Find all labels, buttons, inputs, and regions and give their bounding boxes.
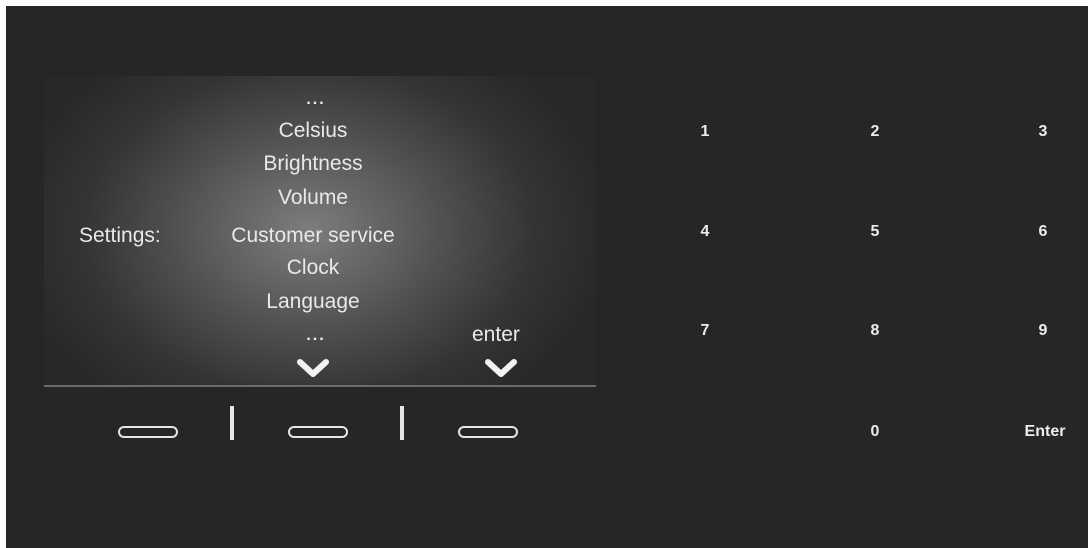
enter-softkey[interactable] [458, 426, 518, 438]
menu-item-celsius[interactable]: Celsius [279, 120, 348, 141]
key-6[interactable]: 6 [1018, 224, 1068, 240]
key-3[interactable]: 3 [1018, 124, 1068, 140]
key-1[interactable]: 1 [680, 124, 730, 140]
key-enter[interactable]: Enter [1018, 424, 1072, 440]
menu-more-above-indicator: ... [306, 91, 326, 108]
softkey-divider [400, 406, 404, 440]
enter-label: enter [472, 323, 520, 346]
menu-item-language[interactable]: Language [266, 291, 359, 312]
left-softkey[interactable] [118, 426, 178, 438]
menu-item-volume[interactable]: Volume [278, 187, 348, 208]
key-9[interactable]: 9 [1018, 323, 1068, 339]
key-0[interactable]: 0 [850, 424, 900, 440]
softkey-divider [230, 406, 234, 440]
key-8[interactable]: 8 [850, 323, 900, 339]
menu-item-clock[interactable]: Clock [287, 257, 340, 278]
chevron-down-icon [485, 359, 517, 377]
device-panel: ... Celsius Brightness Volume Customer s… [6, 6, 1088, 548]
menu-more-below-indicator: ... [306, 327, 326, 344]
key-7[interactable]: 7 [680, 323, 730, 339]
key-4[interactable]: 4 [680, 224, 730, 240]
menu-item-customer-service[interactable]: Customer service [231, 225, 394, 246]
menu-item-brightness[interactable]: Brightness [263, 153, 362, 174]
settings-label: Settings: [79, 224, 161, 247]
key-2[interactable]: 2 [850, 124, 900, 140]
chevron-down-icon [297, 359, 329, 377]
screen-divider [44, 385, 596, 387]
key-5[interactable]: 5 [850, 224, 900, 240]
middle-softkey[interactable] [288, 426, 348, 438]
